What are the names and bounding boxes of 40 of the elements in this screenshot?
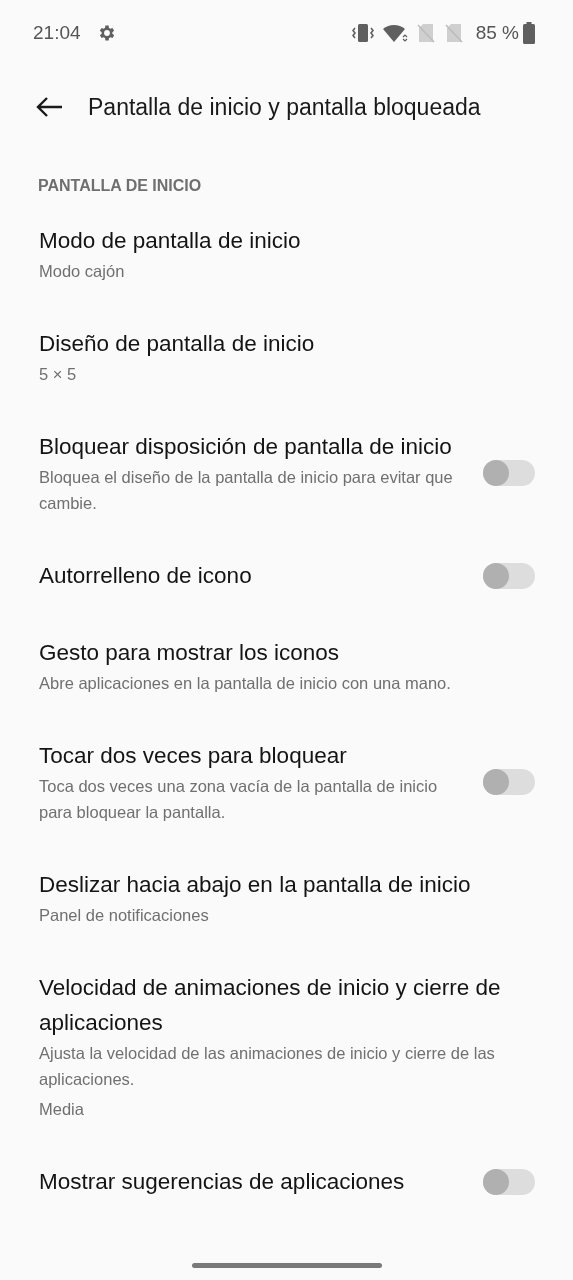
setting-value: Media bbox=[39, 1099, 85, 1120]
setting-summary: Bloquea el diseño de la pantalla de inicio para evitar que cambie. bbox=[39, 467, 454, 514]
setting-title: Bloquear disposición de pantalla de inicio bbox=[39, 433, 453, 461]
setting-summary: 5 × 5 bbox=[39, 364, 78, 385]
setting-title: Gesto para mostrar los iconos bbox=[39, 639, 341, 667]
vibrate-icon bbox=[351, 23, 374, 43]
setting-item[interactable]: Diseño de pantalla de inicio 5 × 5 bbox=[0, 305, 573, 408]
toggle-switch[interactable] bbox=[483, 459, 535, 486]
section-header: PANTALLA DE INICIO bbox=[37, 176, 203, 196]
setting-title: Diseño de pantalla de inicio bbox=[39, 330, 316, 358]
setting-title: Deslizar hacia abajo en la pantalla de inicio bbox=[39, 871, 472, 899]
battery-percentage: 85 % bbox=[475, 20, 519, 45]
clock: 21:04 bbox=[33, 20, 81, 45]
setting-summary: Ajusta la velocidad de las animaciones de inicio y cierre de las aplicaciones. bbox=[39, 1043, 496, 1090]
setting-item[interactable]: Deslizar hacia abajo en la pantalla de inicio Panel de notificaciones bbox=[0, 846, 573, 949]
setting-item[interactable]: Bloquear disposición de pantalla de inicio Bloquea el diseño de la pantalla de inicio para evitar que cambie. bbox=[0, 408, 573, 537]
setting-summary: Abre aplicaciones en la pantalla de inicio con una mano. bbox=[39, 673, 452, 694]
no-sim-icon bbox=[415, 22, 436, 44]
toggle-switch[interactable] bbox=[483, 562, 535, 589]
setting-item[interactable]: Gesto para mostrar los iconos Abre aplicaciones en la pantalla de inicio con una mano. bbox=[0, 614, 573, 717]
setting-summary: Modo cajón bbox=[39, 261, 126, 282]
setting-title: Velocidad de animaciones de inicio y cierre de aplicaciones bbox=[39, 974, 502, 1037]
wifi-icon bbox=[381, 23, 408, 43]
setting-title: Mostrar sugerencias de aplicaciones bbox=[39, 1168, 406, 1196]
battery-icon bbox=[523, 22, 535, 44]
toggle-switch[interactable] bbox=[483, 1168, 535, 1195]
setting-title: Tocar dos veces para bloquear bbox=[39, 742, 348, 770]
setting-item[interactable]: Tocar dos veces para bloquear Toca dos veces una zona vacía de la pantalla de inicio para bloquear la pantalla. bbox=[0, 717, 573, 846]
back-button[interactable] bbox=[34, 95, 64, 119]
setting-title: Autorrelleno de icono bbox=[39, 562, 253, 590]
setting-summary: Toca dos veces una zona vacía de la pantalla de inicio para bloquear la pantalla. bbox=[39, 776, 439, 823]
setting-item[interactable]: Velocidad de animaciones de inicio y cierre de aplicaciones Ajusta la velocidad de las animaciones de inicio y cierre de las aplicaciones. Media bbox=[0, 949, 573, 1143]
setting-item[interactable]: Modo de pantalla de inicio Modo cajón bbox=[0, 202, 573, 305]
setting-title: Modo de pantalla de inicio bbox=[39, 227, 302, 255]
page-title: Pantalla de inicio y pantalla bloqueada bbox=[88, 92, 481, 122]
setting-item[interactable]: Autorrelleno de icono bbox=[0, 537, 573, 614]
toggle-switch[interactable] bbox=[483, 768, 535, 795]
setting-item[interactable]: Mostrar sugerencias de aplicaciones bbox=[0, 1143, 573, 1220]
setting-summary: Panel de notificaciones bbox=[39, 905, 210, 926]
no-sim-icon bbox=[443, 22, 464, 44]
